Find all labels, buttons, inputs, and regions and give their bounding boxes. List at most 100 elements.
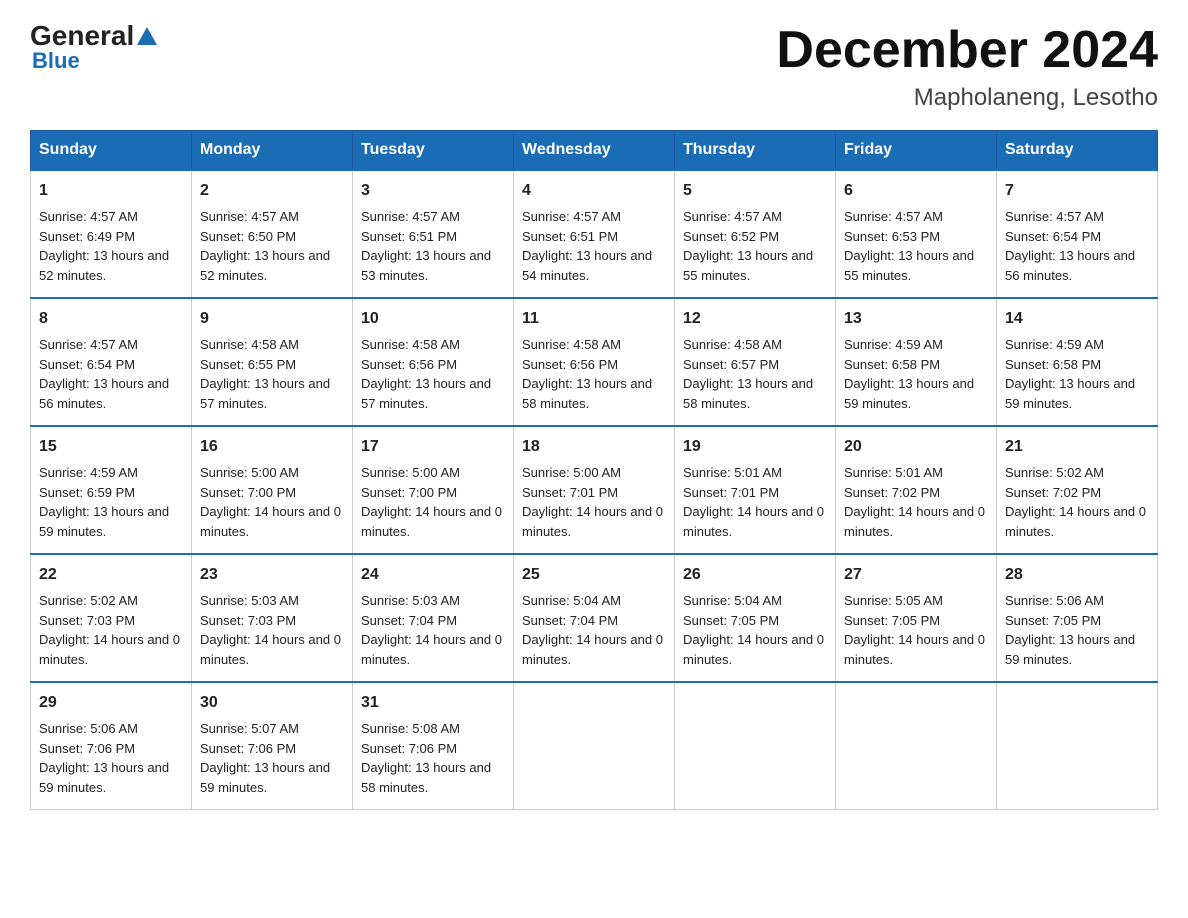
day-number: 23 <box>200 563 344 587</box>
weekday-header-wednesday: Wednesday <box>514 131 675 171</box>
day-number: 21 <box>1005 435 1149 459</box>
day-info: Sunrise: 5:05 AMSunset: 7:05 PMDaylight:… <box>844 591 988 669</box>
day-info: Sunrise: 5:04 AMSunset: 7:05 PMDaylight:… <box>683 591 827 669</box>
day-info: Sunrise: 4:59 AMSunset: 6:59 PMDaylight:… <box>39 463 183 541</box>
day-info: Sunrise: 5:01 AMSunset: 7:01 PMDaylight:… <box>683 463 827 541</box>
day-number: 3 <box>361 179 505 203</box>
day-number: 9 <box>200 307 344 331</box>
calendar-cell: 30 Sunrise: 5:07 AMSunset: 7:06 PMDayligh… <box>192 682 353 810</box>
week-row-2: 8 Sunrise: 4:57 AMSunset: 6:54 PMDaylight… <box>31 298 1158 426</box>
day-info: Sunrise: 4:57 AMSunset: 6:54 PMDaylight:… <box>1005 207 1149 285</box>
calendar-cell: 6 Sunrise: 4:57 AMSunset: 6:53 PMDaylight… <box>836 170 997 298</box>
calendar-cell: 26 Sunrise: 5:04 AMSunset: 7:05 PMDayligh… <box>675 554 836 682</box>
day-number: 22 <box>39 563 183 587</box>
day-info: Sunrise: 4:57 AMSunset: 6:54 PMDaylight:… <box>39 335 183 413</box>
day-number: 4 <box>522 179 666 203</box>
weekday-header-tuesday: Tuesday <box>353 131 514 171</box>
day-info: Sunrise: 5:03 AMSunset: 7:04 PMDaylight:… <box>361 591 505 669</box>
calendar-cell: 27 Sunrise: 5:05 AMSunset: 7:05 PMDayligh… <box>836 554 997 682</box>
day-number: 31 <box>361 691 505 715</box>
day-info: Sunrise: 5:01 AMSunset: 7:02 PMDaylight:… <box>844 463 988 541</box>
calendar-cell: 8 Sunrise: 4:57 AMSunset: 6:54 PMDaylight… <box>31 298 192 426</box>
day-number: 13 <box>844 307 988 331</box>
calendar-cell: 18 Sunrise: 5:00 AMSunset: 7:01 PMDayligh… <box>514 426 675 554</box>
calendar-cell: 14 Sunrise: 4:59 AMSunset: 6:58 PMDayligh… <box>997 298 1158 426</box>
day-info: Sunrise: 4:57 AMSunset: 6:51 PMDaylight:… <box>361 207 505 285</box>
week-row-4: 22 Sunrise: 5:02 AMSunset: 7:03 PMDayligh… <box>31 554 1158 682</box>
day-info: Sunrise: 4:58 AMSunset: 6:57 PMDaylight:… <box>683 335 827 413</box>
day-number: 20 <box>844 435 988 459</box>
week-row-3: 15 Sunrise: 4:59 AMSunset: 6:59 PMDayligh… <box>31 426 1158 554</box>
day-info: Sunrise: 4:59 AMSunset: 6:58 PMDaylight:… <box>1005 335 1149 413</box>
day-number: 6 <box>844 179 988 203</box>
day-number: 2 <box>200 179 344 203</box>
week-row-5: 29 Sunrise: 5:06 AMSunset: 7:06 PMDayligh… <box>31 682 1158 810</box>
day-info: Sunrise: 5:02 AMSunset: 7:03 PMDaylight:… <box>39 591 183 669</box>
calendar-cell <box>514 682 675 810</box>
day-number: 28 <box>1005 563 1149 587</box>
day-number: 27 <box>844 563 988 587</box>
logo: General Blue <box>30 20 157 74</box>
day-info: Sunrise: 5:02 AMSunset: 7:02 PMDaylight:… <box>1005 463 1149 541</box>
calendar-cell: 9 Sunrise: 4:58 AMSunset: 6:55 PMDaylight… <box>192 298 353 426</box>
calendar-cell: 7Sunrise: 4:57 AMSunset: 6:54 PMDaylight… <box>997 170 1158 298</box>
weekday-header-saturday: Saturday <box>997 131 1158 171</box>
day-info: Sunrise: 5:03 AMSunset: 7:03 PMDaylight:… <box>200 591 344 669</box>
day-number: 17 <box>361 435 505 459</box>
calendar-cell: 31 Sunrise: 5:08 AMSunset: 7:06 PMDayligh… <box>353 682 514 810</box>
day-info: Sunrise: 5:07 AMSunset: 7:06 PMDaylight:… <box>200 719 344 797</box>
day-info: Sunrise: 4:57 AMSunset: 6:49 PMDaylight:… <box>39 207 183 285</box>
day-number: 18 <box>522 435 666 459</box>
calendar-cell: 17 Sunrise: 5:00 AMSunset: 7:00 PMDayligh… <box>353 426 514 554</box>
day-info: Sunrise: 5:06 AMSunset: 7:06 PMDaylight:… <box>39 719 183 797</box>
day-info: Sunrise: 4:58 AMSunset: 6:55 PMDaylight:… <box>200 335 344 413</box>
week-row-1: 1 Sunrise: 4:57 AMSunset: 6:49 PMDaylight… <box>31 170 1158 298</box>
calendar-cell: 3 Sunrise: 4:57 AMSunset: 6:51 PMDaylight… <box>353 170 514 298</box>
day-number: 24 <box>361 563 505 587</box>
day-info: Sunrise: 5:06 AMSunset: 7:05 PMDaylight:… <box>1005 591 1149 669</box>
day-number: 29 <box>39 691 183 715</box>
calendar-cell: 15 Sunrise: 4:59 AMSunset: 6:59 PMDayligh… <box>31 426 192 554</box>
calendar-cell <box>836 682 997 810</box>
day-number: 16 <box>200 435 344 459</box>
location-title: Mapholaneng, Lesotho <box>776 84 1158 112</box>
calendar-cell <box>997 682 1158 810</box>
day-info: Sunrise: 4:57 AMSunset: 6:52 PMDaylight:… <box>683 207 827 285</box>
day-info: Sunrise: 5:08 AMSunset: 7:06 PMDaylight:… <box>361 719 505 797</box>
day-number: 1 <box>39 179 183 203</box>
calendar-cell: 12 Sunrise: 4:58 AMSunset: 6:57 PMDayligh… <box>675 298 836 426</box>
calendar-cell <box>675 682 836 810</box>
month-title: December 2024 <box>776 20 1158 80</box>
logo-blue-text: Blue <box>32 48 157 74</box>
weekday-header-friday: Friday <box>836 131 997 171</box>
day-info: Sunrise: 4:58 AMSunset: 6:56 PMDaylight:… <box>522 335 666 413</box>
day-number: 26 <box>683 563 827 587</box>
day-info: Sunrise: 4:57 AMSunset: 6:51 PMDaylight:… <box>522 207 666 285</box>
day-number: 30 <box>200 691 344 715</box>
day-number: 12 <box>683 307 827 331</box>
day-info: Sunrise: 4:59 AMSunset: 6:58 PMDaylight:… <box>844 335 988 413</box>
calendar-cell: 2 Sunrise: 4:57 AMSunset: 6:50 PMDaylight… <box>192 170 353 298</box>
day-info: Sunrise: 4:57 AMSunset: 6:50 PMDaylight:… <box>200 207 344 285</box>
day-info: Sunrise: 5:00 AMSunset: 7:00 PMDaylight:… <box>200 463 344 541</box>
day-info: Sunrise: 5:00 AMSunset: 7:00 PMDaylight:… <box>361 463 505 541</box>
title-area: December 2024 Mapholaneng, Lesotho <box>776 20 1158 112</box>
day-info: Sunrise: 5:04 AMSunset: 7:04 PMDaylight:… <box>522 591 666 669</box>
calendar-cell: 22 Sunrise: 5:02 AMSunset: 7:03 PMDayligh… <box>31 554 192 682</box>
header: General Blue December 2024 Mapholaneng, … <box>30 20 1158 112</box>
calendar-cell: 21 Sunrise: 5:02 AMSunset: 7:02 PMDayligh… <box>997 426 1158 554</box>
calendar-table: SundayMondayTuesdayWednesdayThursdayFrid… <box>30 130 1158 810</box>
day-number: 11 <box>522 307 666 331</box>
calendar-cell: 10Sunrise: 4:58 AMSunset: 6:56 PMDayligh… <box>353 298 514 426</box>
day-number: 5 <box>683 179 827 203</box>
calendar-cell: 28 Sunrise: 5:06 AMSunset: 7:05 PMDayligh… <box>997 554 1158 682</box>
day-info: Sunrise: 5:00 AMSunset: 7:01 PMDaylight:… <box>522 463 666 541</box>
day-number: 8 <box>39 307 183 331</box>
calendar-cell: 25Sunrise: 5:04 AMSunset: 7:04 PMDayligh… <box>514 554 675 682</box>
calendar-cell: 19Sunrise: 5:01 AMSunset: 7:01 PMDayligh… <box>675 426 836 554</box>
day-info: Sunrise: 4:57 AMSunset: 6:53 PMDaylight:… <box>844 207 988 285</box>
day-number: 14 <box>1005 307 1149 331</box>
day-number: 15 <box>39 435 183 459</box>
calendar-cell: 1 Sunrise: 4:57 AMSunset: 6:49 PMDaylight… <box>31 170 192 298</box>
weekday-header-monday: Monday <box>192 131 353 171</box>
